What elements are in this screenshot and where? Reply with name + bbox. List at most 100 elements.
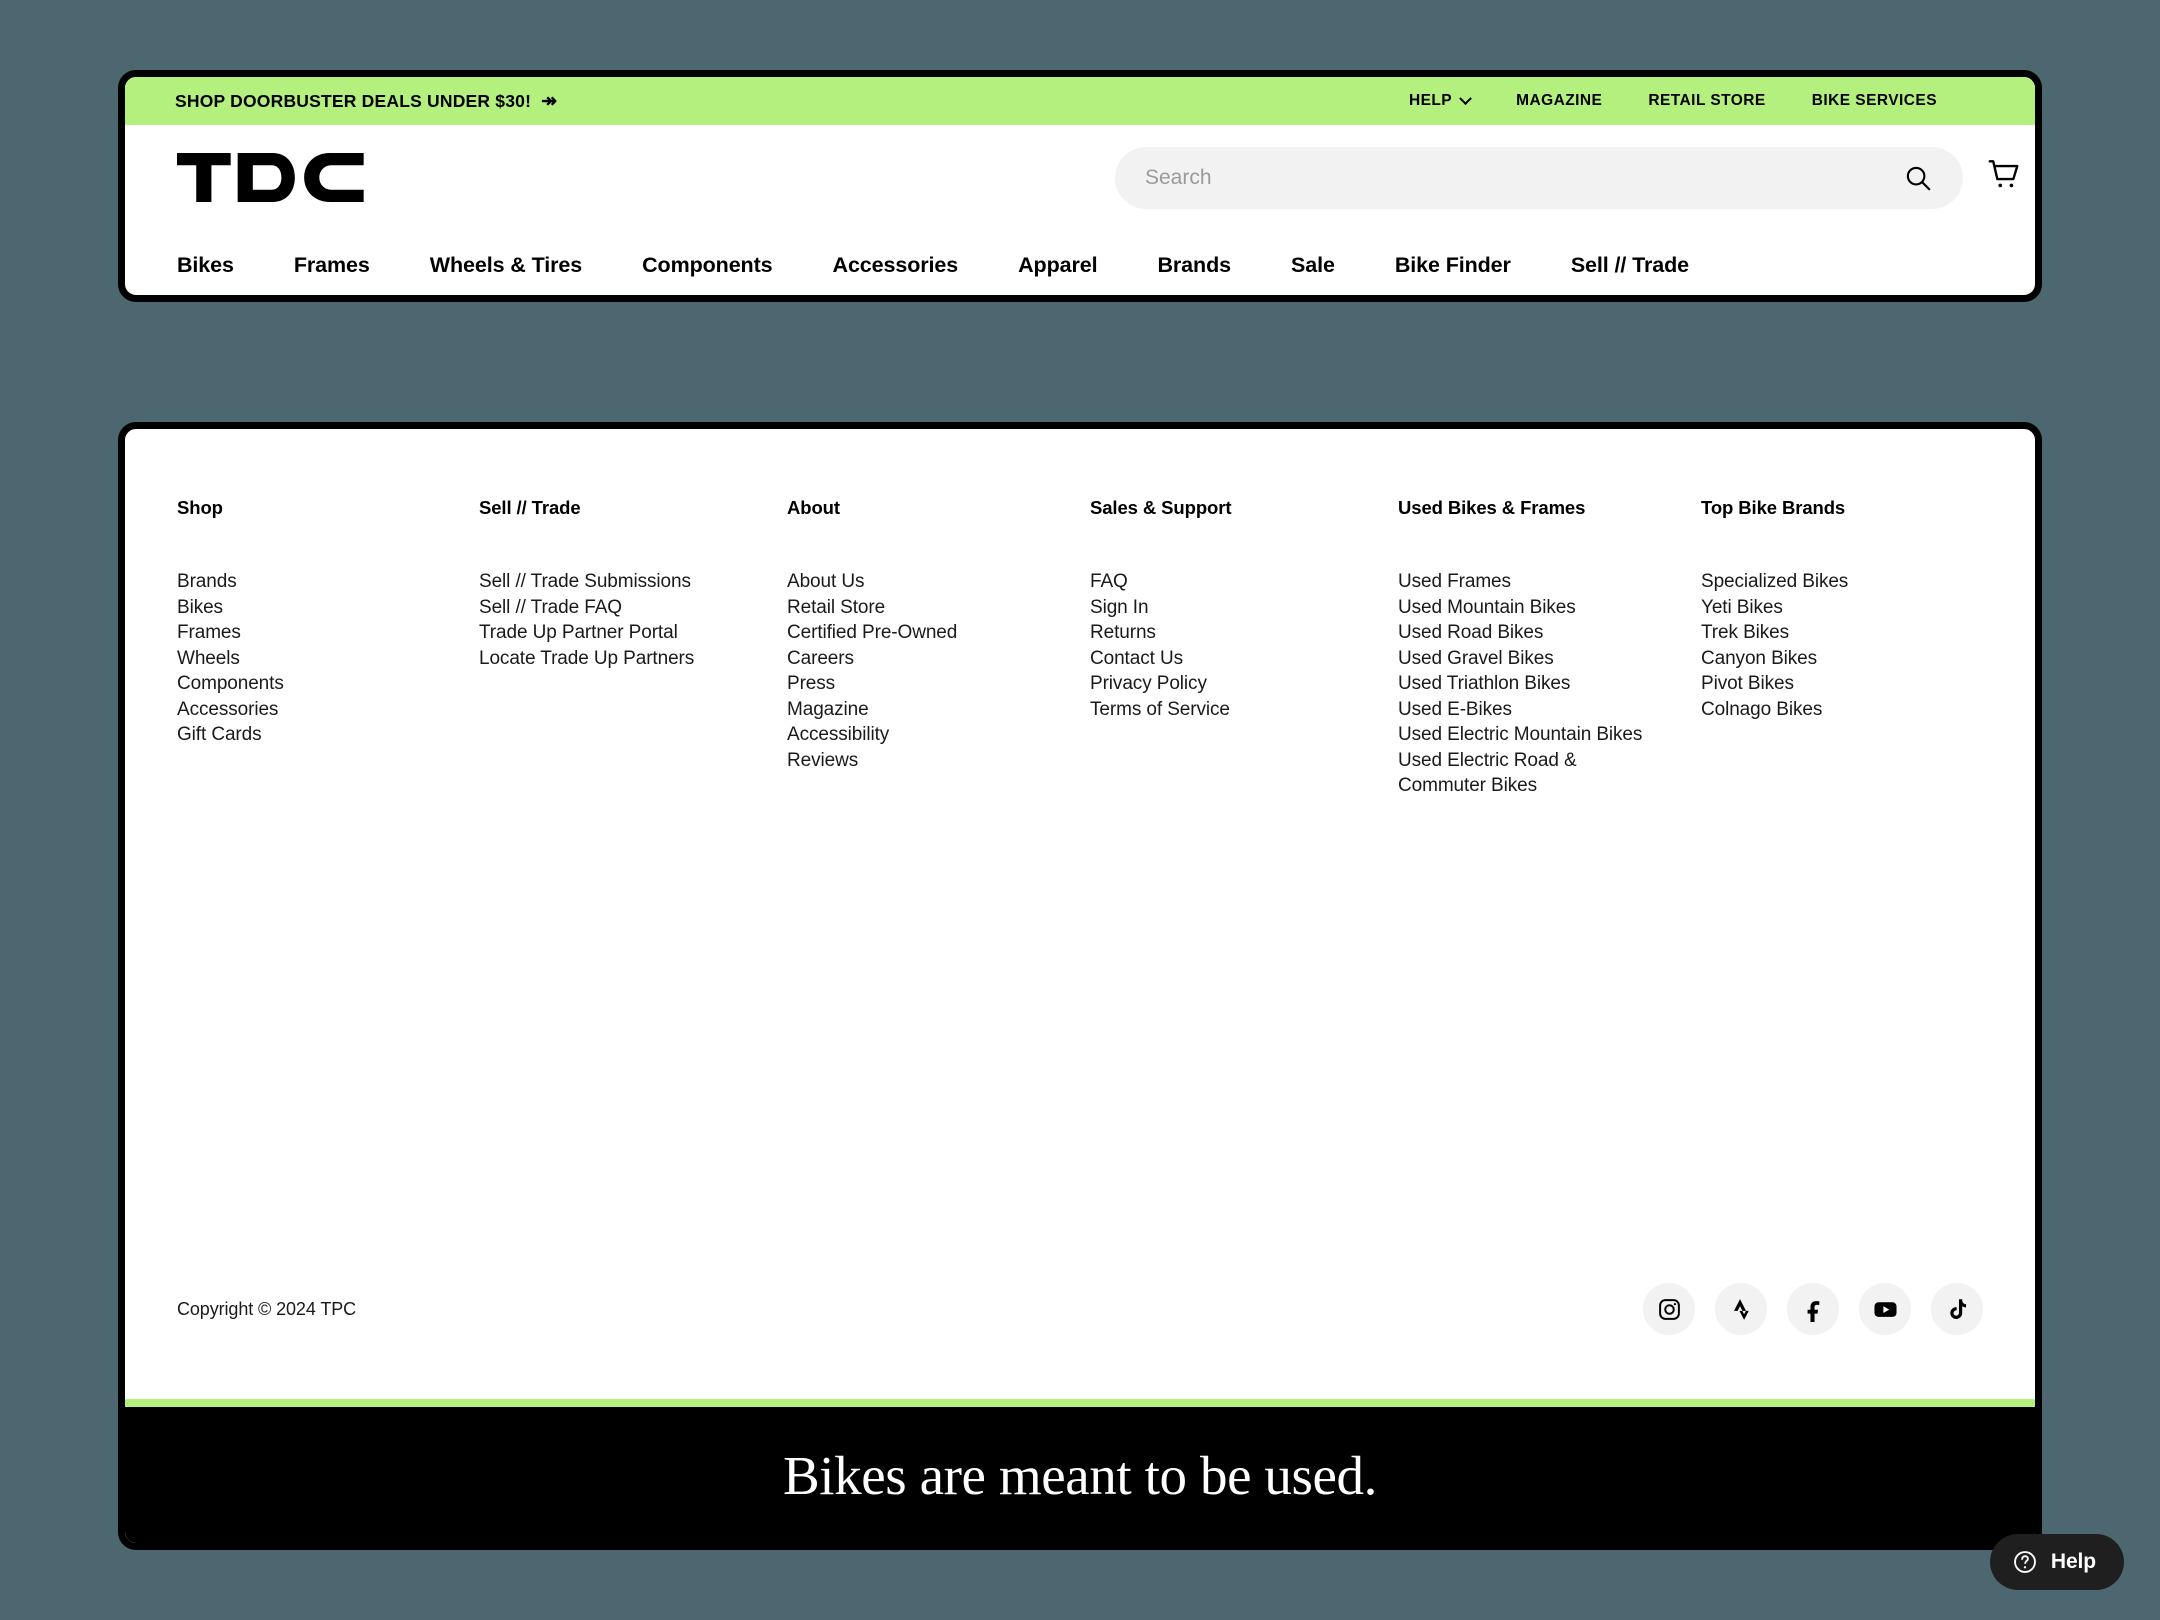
nav-item-bikes[interactable]: Bikes	[177, 253, 234, 278]
social-link-youtube[interactable]	[1859, 1283, 1911, 1335]
footer-heading-about: About	[787, 497, 840, 518]
footer-link-press[interactable]: Press	[787, 671, 1090, 697]
footer-link-magazine[interactable]: Magazine	[787, 697, 1090, 723]
utility-link-magazine[interactable]: MAGAZINE	[1516, 92, 1602, 110]
footer-link-used-road-bikes[interactable]: Used Road Bikes	[1398, 620, 1666, 646]
utility-link-bike-services[interactable]: BIKE SERVICES	[1812, 92, 1937, 110]
nav-item-accessories[interactable]: Accessories	[833, 253, 959, 278]
strava-icon	[1733, 1298, 1749, 1320]
nav-item-components[interactable]: Components	[642, 253, 772, 278]
question-circle-icon	[2014, 1551, 2036, 1573]
social-link-instagram[interactable]	[1643, 1283, 1695, 1335]
utility-link-help-label: HELP	[1408, 92, 1453, 109]
cart-button[interactable]	[1985, 155, 2023, 193]
footer-column-sales-support: Sales & Support FAQ Sign In Returns Cont…	[1090, 497, 1398, 799]
promo-banner-link[interactable]: SHOP DOORBUSTER DEALS UNDER $30! ↠	[175, 91, 557, 112]
nav-item-wheels-tires[interactable]: Wheels & Tires	[430, 253, 582, 278]
footer-link-used-frames[interactable]: Used Frames	[1398, 569, 1666, 595]
footer-link-brands[interactable]: Brands	[177, 569, 479, 595]
footer-link-trade-up-partner-portal[interactable]: Trade Up Partner Portal	[479, 620, 787, 646]
nav-item-frames[interactable]: Frames	[294, 253, 370, 278]
search-icon	[1906, 166, 1931, 191]
promo-bar: SHOP DOORBUSTER DEALS UNDER $30! ↠ HELP …	[125, 77, 2035, 125]
footer-link-certified-pre-owned[interactable]: Certified Pre-Owned	[787, 620, 1090, 646]
utility-link-help[interactable]: HELP	[1408, 91, 1472, 110]
footer-link-canyon-bikes[interactable]: Canyon Bikes	[1701, 646, 1981, 672]
nav-item-bike-finder[interactable]: Bike Finder	[1395, 253, 1511, 278]
footer-link-used-gravel-bikes[interactable]: Used Gravel Bikes	[1398, 646, 1666, 672]
social-link-tiktok[interactable]	[1931, 1283, 1983, 1335]
footer-heading-used-bikes-frames: Used Bikes & Frames	[1398, 497, 1586, 518]
footer-link-pivot-bikes[interactable]: Pivot Bikes	[1701, 671, 1981, 697]
tpc-logo-icon	[177, 153, 364, 202]
footer-column-used-bikes-frames: Used Bikes & Frames Used Frames Used Mou…	[1398, 497, 1701, 799]
footer-link-components[interactable]: Components	[177, 671, 479, 697]
search-input[interactable]	[1145, 166, 1903, 190]
footer-link-yeti-bikes[interactable]: Yeti Bikes	[1701, 595, 1981, 621]
footer-link-contact-us[interactable]: Contact Us	[1090, 646, 1398, 672]
nav-item-brands[interactable]: Brands	[1157, 253, 1231, 278]
footer-link-used-triathlon-bikes[interactable]: Used Triathlon Bikes	[1398, 671, 1666, 697]
social-link-strava[interactable]	[1715, 1283, 1767, 1335]
footer-link-privacy-policy[interactable]: Privacy Policy	[1090, 671, 1398, 697]
footer-link-sign-in[interactable]: Sign In	[1090, 595, 1398, 621]
footer-column-sell-trade: Sell // Trade Sell // Trade Submissions …	[479, 497, 787, 799]
brand-row	[125, 125, 2035, 230]
search-bar[interactable]	[1115, 147, 1963, 209]
youtube-icon	[1873, 1301, 1897, 1317]
footer-link-frames[interactable]: Frames	[177, 620, 479, 646]
instagram-icon	[1658, 1298, 1680, 1320]
copyright-text: Copyright © 2024 TPC	[177, 1298, 357, 1319]
footer-link-used-electric-mountain-bikes[interactable]: Used Electric Mountain Bikes	[1398, 722, 1666, 748]
footer-link-colnago-bikes[interactable]: Colnago Bikes	[1701, 697, 1981, 723]
footer-link-trek-bikes[interactable]: Trek Bikes	[1701, 620, 1981, 646]
utility-link-magazine-label: MAGAZINE	[1516, 92, 1603, 109]
footer-bottom-bar: Copyright © 2024 TPC	[125, 1271, 2035, 1347]
footer-link-used-mountain-bikes[interactable]: Used Mountain Bikes	[1398, 595, 1666, 621]
footer-column-top-bike-brands: Top Bike Brands Specialized Bikes Yeti B…	[1701, 497, 1981, 799]
footer-link-accessibility[interactable]: Accessibility	[787, 722, 1090, 748]
footer-link-locate-trade-up-partners[interactable]: Locate Trade Up Partners	[479, 646, 787, 672]
footer-link-reviews[interactable]: Reviews	[787, 748, 1090, 774]
footer-link-sell-trade-submissions[interactable]: Sell // Trade Submissions	[479, 569, 787, 595]
utility-links: HELP MAGAZINE RETAIL STORE BIKE SERVICES	[1408, 91, 1985, 110]
tagline-strip: Bikes are meant to be used.	[125, 1407, 2035, 1543]
social-links	[1643, 1283, 1983, 1335]
main-navigation: Bikes Frames Wheels & Tires Components A…	[125, 230, 2035, 295]
utility-link-bike-services-label: BIKE SERVICES	[1811, 92, 1937, 109]
footer-heading-shop: Shop	[177, 497, 223, 518]
nav-item-apparel[interactable]: Apparel	[1018, 253, 1097, 278]
footer-link-columns: Shop Brands Bikes Frames Wheels Componen…	[125, 429, 2035, 799]
footer-column-about: About About Us Retail Store Certified Pr…	[787, 497, 1090, 799]
footer-link-sell-trade-faq[interactable]: Sell // Trade FAQ	[479, 595, 787, 621]
footer-link-bikes[interactable]: Bikes	[177, 595, 479, 621]
footer-link-about-us[interactable]: About Us	[787, 569, 1090, 595]
footer-link-accessories[interactable]: Accessories	[177, 697, 479, 723]
footer-link-retail-store[interactable]: Retail Store	[787, 595, 1090, 621]
promo-banner-label: SHOP DOORBUSTER DEALS UNDER $30!	[175, 90, 532, 111]
social-link-facebook[interactable]	[1787, 1283, 1839, 1335]
utility-link-retail-store[interactable]: RETAIL STORE	[1648, 92, 1765, 110]
footer-link-used-e-bikes[interactable]: Used E-Bikes	[1398, 697, 1666, 723]
site-logo[interactable]	[177, 153, 364, 202]
cart-icon	[1988, 160, 2019, 188]
footer-column-shop: Shop Brands Bikes Frames Wheels Componen…	[177, 497, 479, 799]
nav-item-sell-trade[interactable]: Sell // Trade	[1571, 253, 1689, 278]
footer-heading-sales-support: Sales & Support	[1090, 497, 1232, 518]
footer-panel: Shop Brands Bikes Frames Wheels Componen…	[118, 422, 2042, 1550]
footer-link-wheels[interactable]: Wheels	[177, 646, 479, 672]
footer-link-specialized-bikes[interactable]: Specialized Bikes	[1701, 569, 1981, 595]
chevron-down-icon	[1459, 91, 1472, 105]
utility-link-retail-store-label: RETAIL STORE	[1648, 92, 1766, 109]
footer-link-used-electric-road-commuter-bikes[interactable]: Used Electric Road & Commuter Bikes	[1398, 748, 1666, 799]
help-widget-button[interactable]: Help	[1989, 1534, 2124, 1590]
footer-link-terms-of-service[interactable]: Terms of Service	[1090, 697, 1398, 723]
footer-link-faq[interactable]: FAQ	[1090, 569, 1398, 595]
footer-link-careers[interactable]: Careers	[787, 646, 1090, 672]
footer-heading-top-bike-brands: Top Bike Brands	[1701, 497, 1846, 518]
footer-link-returns[interactable]: Returns	[1090, 620, 1398, 646]
tagline-text: Bikes are meant to be used.	[782, 1444, 1377, 1506]
nav-item-sale[interactable]: Sale	[1291, 253, 1335, 278]
footer-link-gift-cards[interactable]: Gift Cards	[177, 722, 479, 748]
search-submit-button[interactable]	[1903, 163, 1933, 193]
